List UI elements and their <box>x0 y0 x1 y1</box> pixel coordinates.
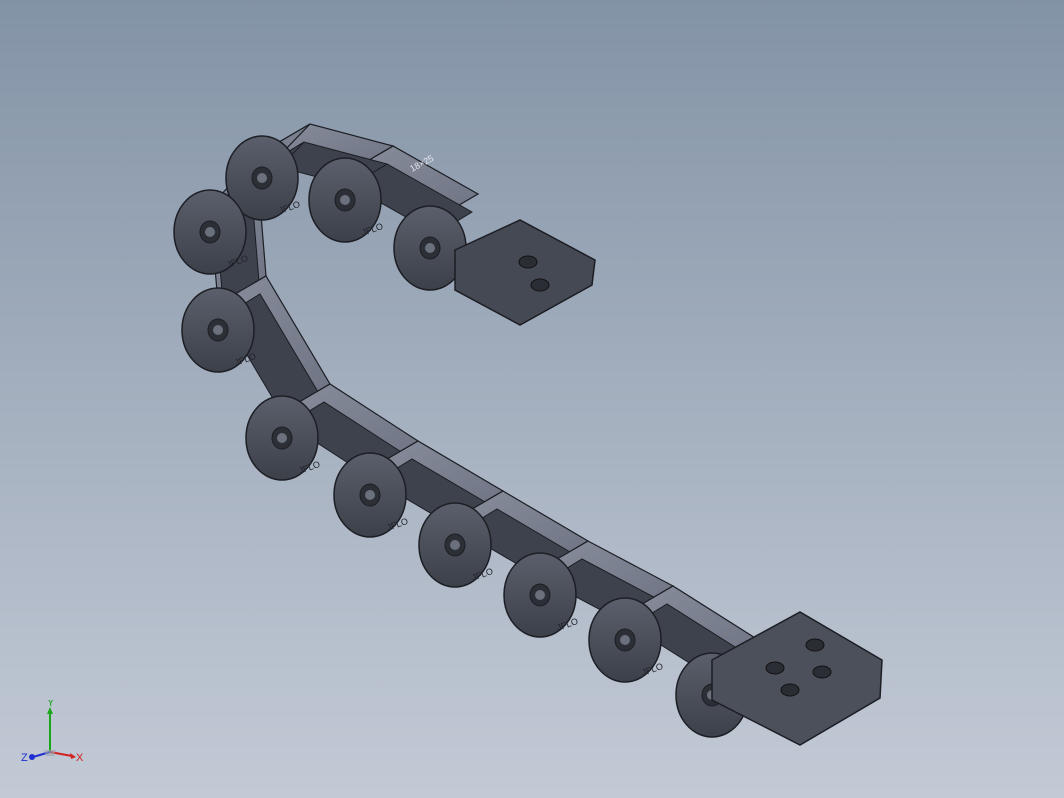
pivot-pin <box>535 590 545 600</box>
triad-origin <box>44 750 56 756</box>
pivot-pin <box>450 540 460 550</box>
mounting-hole <box>530 278 550 292</box>
pivot-pin <box>365 490 375 500</box>
z-axis-arrow <box>29 754 35 760</box>
x-axis-label: X <box>76 752 84 764</box>
coordinate-triad: Y X Z <box>18 697 88 770</box>
pivot-pin <box>213 325 223 335</box>
mounting-hole <box>812 665 832 679</box>
pivot-pin <box>425 243 435 253</box>
pivot-pin <box>277 433 287 443</box>
y-axis-label: Y <box>47 700 55 709</box>
mounting-hole <box>805 638 825 652</box>
pivot-pin <box>205 227 215 237</box>
graphics-viewport[interactable]: JFLO JFLO JFLO JFLO JFLO JFLO JFLO JFLO JFLO 18×2… <box>0 0 1064 798</box>
mounting-hole <box>518 255 538 269</box>
mounting-hole <box>780 683 800 697</box>
triad-graphic: Y X Z <box>21 697 84 764</box>
pivot-pin <box>620 635 630 645</box>
mounting-hole <box>765 661 785 675</box>
end-bracket-top[interactable] <box>454 219 596 326</box>
pivot-pin <box>257 173 267 183</box>
cable-chain-model[interactable]: JFLOJFLOJFLOJFLOJFLOJFLOJFLOJFLOJFLO18×2… <box>0 0 1064 798</box>
pivot-pin <box>340 195 350 205</box>
z-axis-label: Z <box>21 752 28 764</box>
